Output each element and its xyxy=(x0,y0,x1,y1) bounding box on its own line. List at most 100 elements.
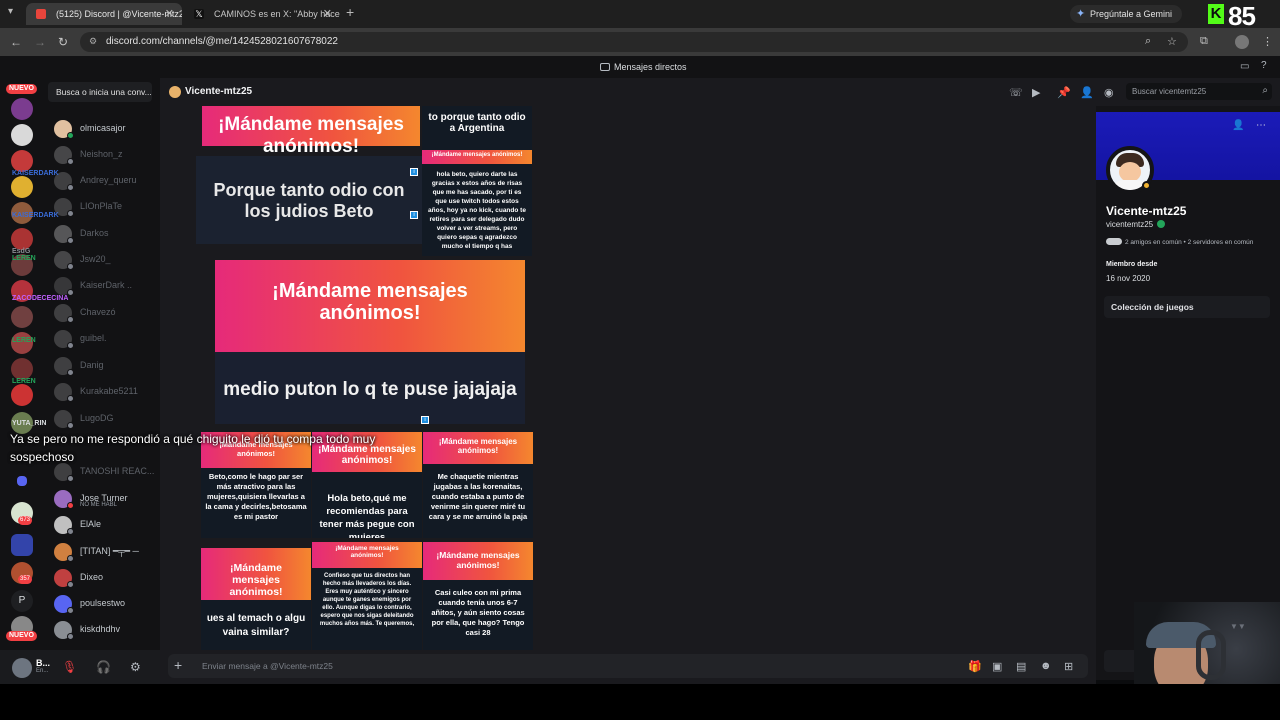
add-attachment-icon[interactable]: + xyxy=(174,657,182,673)
dm-item[interactable]: KaiserDark .. xyxy=(52,275,156,297)
user-profile-icon[interactable]: ◉ xyxy=(1104,86,1114,99)
pinned-icon[interactable]: 📌 xyxy=(1057,86,1071,99)
dm-item[interactable]: kiskdhdhv xyxy=(52,619,156,641)
extensions-icon[interactable]: ⧉ xyxy=(1200,35,1208,48)
dm-item[interactable]: [TITAN] ━╤━ ─ xyxy=(52,541,156,563)
dm-item[interactable]: guibel. xyxy=(52,328,156,350)
close-tab-icon[interactable]: ✕ xyxy=(323,7,332,20)
server-icon[interactable] xyxy=(11,306,33,328)
video-call-icon[interactable]: ▶ xyxy=(1032,86,1040,99)
bottom-bar xyxy=(0,684,1280,720)
headphones-icon[interactable]: 🎧 xyxy=(96,660,111,674)
dm-sidebar: Busca o inicia una conv... olmicasajor Ne… xyxy=(44,78,160,650)
image-attachment[interactable]: ¡Mándame mensajes anónimos! Me chaquetie… xyxy=(423,432,533,538)
dm-item[interactable]: Jsw20_ xyxy=(52,249,156,271)
folder-icon[interactable] xyxy=(17,476,27,486)
image-attachment[interactable]: to porque tanto odio a Argentina ¡Mándam… xyxy=(422,106,532,256)
reload-icon[interactable]: ↻ xyxy=(58,35,68,49)
dm-item[interactable]: LIOnPlaTe xyxy=(52,196,156,218)
server-icon[interactable] xyxy=(11,228,33,250)
image-attachment[interactable]: ¡Mándame mensajes anónimos! Casi culeo c… xyxy=(423,542,533,650)
voice-call-icon[interactable]: ☏ xyxy=(1009,86,1023,99)
server-icon[interactable] xyxy=(11,176,33,198)
more-options-icon[interactable]: ⋯ xyxy=(1256,120,1266,131)
dm-item[interactable]: LugoDG xyxy=(52,408,156,430)
profile-avatar-icon[interactable] xyxy=(1235,35,1249,49)
settings-gear-icon[interactable]: ⚙ xyxy=(130,660,141,674)
emoji-icon[interactable]: ☻ xyxy=(1040,660,1052,672)
badge-icon xyxy=(1157,220,1166,228)
game-collection-button[interactable]: Colección de juegos xyxy=(1104,296,1270,318)
image-text: ues al temach o algu vaina similar? xyxy=(206,613,306,638)
browser-tab-discord[interactable]: (5125) Discord | @Vicente-mtz25 ✕ xyxy=(26,3,182,25)
url-field[interactable]: ⚙ discord.com/channels/@me/1424528021607… xyxy=(80,32,1188,52)
dm-item[interactable]: Darkos xyxy=(52,223,156,245)
wall-logo-icon: ▼▼ xyxy=(1230,622,1246,631)
mention-badge: 357 xyxy=(18,575,33,584)
profile-username: vicentemtz25 xyxy=(1106,220,1166,229)
dm-name: LugoDG xyxy=(80,413,114,423)
add-friends-icon[interactable]: 👤 xyxy=(1080,86,1094,99)
profile-display-name: Vicente-mtz25 xyxy=(1106,204,1187,218)
server-icon[interactable] xyxy=(11,98,33,120)
dm-item[interactable]: Neishon_z xyxy=(52,144,156,166)
status-dot-icon xyxy=(67,422,74,429)
message-composer: + Enviar mensaje a @Vicente-mtz25 🎁 ▣ ▤ … xyxy=(160,650,1096,684)
image-attachment[interactable]: ¡Mándame mensajes anónimos! ues al temac… xyxy=(201,548,311,650)
forward-icon[interactable]: → xyxy=(34,35,46,49)
dm-item[interactable]: Jose Turner NO ME HABL xyxy=(52,488,156,510)
status-dot-icon xyxy=(67,132,74,139)
status-dot-icon xyxy=(67,581,74,588)
status-dot-icon xyxy=(67,528,74,535)
dm-search-input[interactable]: Busca o inicia una conv... xyxy=(48,82,152,102)
browser-tab-x[interactable]: 𝕏 CAMINOS es en X: "Abby hace ✕ xyxy=(184,3,340,25)
close-tab-icon[interactable]: ✕ xyxy=(165,7,174,20)
site-info-icon[interactable]: ⚙ xyxy=(89,36,97,47)
bookmark-star-icon[interactable]: ☆ xyxy=(1167,35,1177,48)
dm-item[interactable]: Kurakabe5211 xyxy=(52,381,156,403)
server-icon[interactable]: P xyxy=(11,590,33,612)
server-icon[interactable] xyxy=(11,534,33,556)
chat-search-input[interactable]: Buscar vicentemtz25 ⌕ xyxy=(1126,83,1272,100)
dm-item[interactable]: Dixeo xyxy=(52,567,156,589)
sticker-icon[interactable]: ▤ xyxy=(1016,660,1026,673)
image-text: to porque tanto odio a Argentina xyxy=(428,112,526,134)
tab-list-icon[interactable]: ▾ xyxy=(8,6,13,17)
dm-item[interactable]: olmicasajor xyxy=(52,118,156,140)
mutual-info[interactable]: 2 amigos en común • 2 servidores en comú… xyxy=(1106,238,1253,246)
dm-title-text: Mensajes directos xyxy=(614,62,687,72)
server-icon[interactable] xyxy=(11,124,33,146)
server-icon[interactable] xyxy=(11,384,33,406)
gift-icon[interactable]: 🎁 xyxy=(968,660,982,673)
image-text: Porque tanto odio con los judios Beto xyxy=(213,180,405,221)
mute-mic-icon[interactable]: 🎙 xyxy=(62,660,77,674)
help-icon[interactable]: ? xyxy=(1261,60,1267,71)
new-tab-icon[interactable]: + xyxy=(346,4,354,20)
status-dot-icon xyxy=(67,158,74,165)
server-icon[interactable] xyxy=(11,150,33,172)
dm-item[interactable]: poulsestwo xyxy=(52,593,156,615)
image-attachment[interactable]: ¡Mándame mensajes anónimos! Confieso que… xyxy=(312,542,422,650)
chrome-menu-icon[interactable]: ⋮ xyxy=(1262,35,1273,48)
x-favicon-icon: 𝕏 xyxy=(194,9,204,19)
kick-logo-icon: K xyxy=(1208,4,1224,24)
apps-icon[interactable]: ⊞ xyxy=(1064,660,1073,673)
window-icon[interactable]: ▭ xyxy=(1240,61,1249,72)
image-attachment[interactable]: Porque tanto odio con los judios Beto i … xyxy=(196,156,422,244)
image-attachment[interactable]: ¡Mándame mensajes anónimos! medio puton … xyxy=(215,260,525,424)
mutual-text: 2 amigos en común • 2 servidores en comú… xyxy=(1125,239,1254,246)
add-friend-icon[interactable]: 👤 xyxy=(1232,120,1244,131)
server-icon[interactable] xyxy=(11,358,33,380)
dm-name: kiskdhdhv xyxy=(80,624,121,634)
user-avatar[interactable] xyxy=(12,658,32,678)
image-attachment[interactable]: ¡Mándame mensajes anónimos! xyxy=(202,106,420,154)
gemini-button[interactable]: ✦ Pregúntale a Gemini xyxy=(1070,5,1183,23)
dm-item[interactable]: Chavezó xyxy=(52,302,156,324)
dm-item[interactable]: Danig xyxy=(52,355,156,377)
back-icon[interactable]: ← xyxy=(10,35,22,49)
member-since-date: 16 nov 2020 xyxy=(1106,274,1151,283)
zoom-icon[interactable]: ⌕ xyxy=(1145,35,1151,48)
dm-item[interactable]: Andrey_queru xyxy=(52,170,156,192)
gif-icon[interactable]: ▣ xyxy=(992,660,1002,673)
dm-item[interactable]: ElAle xyxy=(52,514,156,536)
